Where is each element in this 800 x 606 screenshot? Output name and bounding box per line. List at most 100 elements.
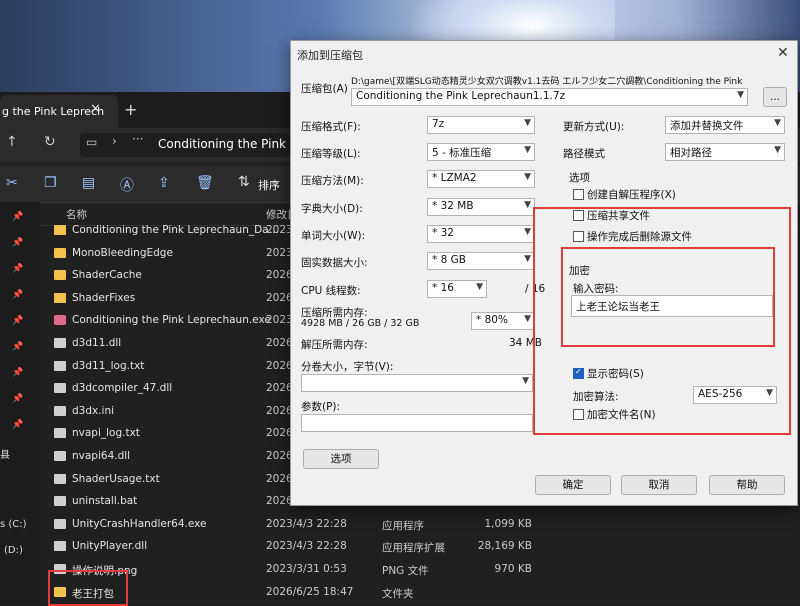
file-icon	[54, 451, 66, 461]
dialog-title: 添加到压缩包	[297, 49, 363, 62]
up-arrow-icon[interactable]: ↑	[6, 134, 18, 150]
demem-label: 解压所需内存:	[301, 339, 368, 351]
paste-icon[interactable]: ▤	[82, 175, 95, 191]
folder-icon	[54, 225, 66, 235]
sidebar-label[interactable]: 县	[0, 446, 10, 461]
add-to-archive-dialog: 添加到压缩包 ✕ 压缩包(A) D:\game\[双端SLG动态精灵少女双穴调教…	[290, 40, 798, 506]
chevron-down-icon: ▼	[774, 145, 781, 155]
sidebar-drive-c[interactable]: s (C:)	[0, 519, 27, 530]
format-label: 压缩格式(F):	[301, 121, 361, 133]
file-name: nvapi64.dll	[72, 450, 131, 462]
pin-icon: 📌	[12, 264, 24, 274]
file-name: ShaderFixes	[72, 291, 136, 304]
method-label: 压缩方法(M):	[301, 175, 364, 187]
monitor-icon: ▭	[86, 135, 98, 149]
cancel-button[interactable]: 取消	[621, 475, 697, 495]
archive-path: D:\game\[双端SLG动态精灵少女双穴调教v1.1去码 エルフ少女二穴調教…	[351, 77, 743, 87]
method-select[interactable]: * LZMA2 ▼	[427, 170, 535, 188]
app-icon	[54, 315, 66, 326]
archive-name-combo[interactable]: Conditioning the Pink Leprechaun1.1.7z ▼	[351, 88, 748, 106]
options-button[interactable]: 选项	[303, 449, 379, 469]
split-label: 分卷大小，字节(V):	[301, 361, 394, 373]
chevron-down-icon: ▼	[522, 376, 529, 386]
chevron-down-icon: ▼	[524, 118, 531, 128]
close-icon[interactable]: ✕	[777, 45, 789, 61]
sort-icon[interactable]: ⇅	[238, 174, 250, 190]
browse-button[interactable]: ...	[763, 87, 787, 107]
help-button[interactable]: 帮助	[709, 475, 785, 495]
params-input[interactable]	[301, 414, 533, 432]
file-row[interactable]: UnityCrashHandler64.exe 2023/4/3 22:28 应用程…	[46, 514, 536, 536]
chevron-down-icon: ▼	[524, 145, 531, 155]
sort-button[interactable]: 排序	[258, 177, 280, 193]
file-size: 28,169 KB	[477, 540, 532, 553]
pathmode-select[interactable]: 相对路径 ▼	[665, 143, 785, 161]
file-name: Conditioning the Pink Leprechaun_Da…	[72, 224, 280, 236]
level-select[interactable]: 5 - 标准压缩 ▼	[427, 143, 535, 161]
pin-icon: 📌	[12, 368, 24, 378]
chevron-down-icon: ▼	[524, 172, 531, 182]
file-type: 应用程序	[382, 519, 424, 532]
threads-label: CPU 线程数:	[301, 285, 361, 297]
file-name: d3dcompiler_47.dll	[72, 382, 173, 395]
copy-icon[interactable]: ❐	[44, 175, 57, 191]
word-select[interactable]: * 32 ▼	[427, 225, 535, 243]
dict-select[interactable]: * 32 MB ▼	[427, 198, 535, 216]
share-icon[interactable]: ⇪	[158, 175, 170, 191]
pin-icon: 📌	[12, 238, 24, 248]
file-type: PNG 文件	[382, 565, 429, 577]
pin-icon: 📌	[12, 316, 24, 326]
update-select[interactable]: 添加并替换文件 ▼	[665, 116, 785, 134]
solid-select[interactable]: * 8 GB ▼	[427, 252, 535, 270]
file-icon	[54, 338, 66, 348]
ok-button[interactable]: 确定	[535, 475, 611, 495]
file-name: Conditioning the Pink Leprechaun.exe	[72, 314, 271, 327]
solid-label: 固实数据大小:	[301, 257, 368, 269]
threads-select[interactable]: * 16 ▼	[427, 280, 487, 298]
file-name: d3d11_log.txt	[72, 359, 145, 372]
pin-icon: 📌	[12, 212, 24, 222]
sidebar-drive-d[interactable]: (D:)	[4, 545, 23, 556]
dict-label: 字典大小(D):	[301, 203, 363, 215]
split-select[interactable]: ▼	[301, 374, 533, 392]
mem-value: 4928 MB / 26 GB / 32 GB	[301, 318, 420, 329]
chevron-down-icon: ▼	[524, 227, 531, 237]
level-label: 压缩等级(L):	[301, 148, 361, 160]
file-row[interactable]: UnityPlayer.dll 2023/4/3 22:28 应用程序扩展 28,16…	[46, 536, 536, 558]
file-size: 970 KB	[494, 563, 532, 575]
file-size: 1,099 KB	[484, 517, 533, 530]
new-tab-button[interactable]: +	[124, 100, 137, 119]
tab-close-icon[interactable]: ✕	[90, 102, 101, 117]
chevron-right-icon: ›	[112, 134, 117, 148]
pathmode-label: 路径模式	[563, 148, 605, 160]
pin-icon: 📌	[12, 394, 24, 404]
rename-icon[interactable]: Ⓐ	[120, 175, 134, 195]
file-date: 2023/3/31 0:53	[266, 563, 347, 575]
folder-icon	[54, 247, 66, 258]
file-name: UnityCrashHandler64.exe	[72, 517, 207, 530]
file-type: 应用程序扩展	[382, 542, 445, 555]
file-name: nvapi_log.txt	[72, 427, 140, 440]
file-date: 2023/4/3 22:28	[266, 517, 347, 530]
cut-icon[interactable]: ✂	[6, 175, 18, 191]
mem-percent-select[interactable]: * 80% ▼	[471, 312, 535, 330]
format-select[interactable]: 7z ▼	[427, 116, 535, 134]
file-icon	[54, 541, 66, 552]
file-name: uninstall.bat	[72, 495, 138, 508]
file-name: UnityPlayer.dll	[72, 540, 148, 553]
file-name: MonoBleedingEdge	[72, 246, 173, 259]
archive-name-value: Conditioning the Pink Leprechaun1.1.7z	[356, 90, 566, 102]
options-group-label: 选项	[569, 172, 590, 184]
folder-icon	[54, 292, 66, 303]
file-icon	[54, 383, 66, 394]
chevron-down-icon: ▼	[476, 282, 483, 292]
refresh-icon[interactable]: ↻	[44, 134, 56, 150]
file-type: 文件夹	[382, 587, 414, 600]
file-name: d3d11.dll	[72, 337, 122, 349]
chevron-down-icon: ▼	[524, 314, 531, 324]
more-icon[interactable]: ···	[132, 132, 143, 146]
sfx-checkbox[interactable]	[573, 189, 584, 200]
file-icon	[54, 405, 66, 416]
delete-icon[interactable]: 🗑	[196, 175, 214, 191]
file-icon	[54, 496, 66, 507]
